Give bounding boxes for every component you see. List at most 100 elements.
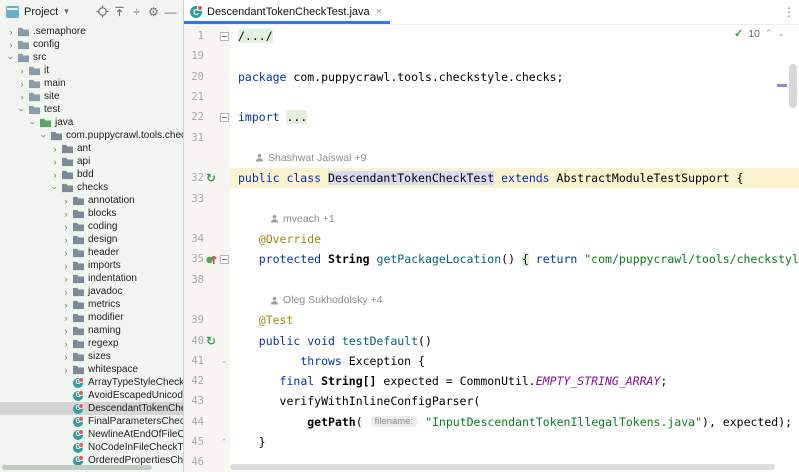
gutter[interactable]: 31 bbox=[184, 127, 230, 147]
tree-item-blocks[interactable]: ›blocks bbox=[0, 207, 183, 220]
chevron-collapsed-icon[interactable]: › bbox=[50, 170, 60, 180]
chevron-collapsed-icon[interactable]: › bbox=[17, 79, 27, 89]
chevron-collapsed-icon[interactable]: › bbox=[61, 300, 71, 310]
gutter[interactable]: 20 bbox=[184, 67, 230, 87]
chevron-collapsed-icon[interactable]: › bbox=[61, 287, 71, 297]
tree-item-bdd[interactable]: ›bdd bbox=[0, 168, 183, 181]
tree-item-nocodeinfilechecktest[interactable]: CNoCodeInFileCheckTest bbox=[0, 441, 183, 454]
code-line-text[interactable]: @Override bbox=[230, 229, 799, 249]
tree-item-ant[interactable]: ›ant bbox=[0, 142, 183, 155]
code-line-text[interactable]: public void testDefault() bbox=[230, 330, 799, 350]
gutter[interactable]: 22 bbox=[184, 107, 230, 127]
editor-vertical-scrollbar[interactable] bbox=[789, 64, 797, 108]
tree-item-sizes[interactable]: ›sizes bbox=[0, 350, 183, 363]
tree-item-indentation[interactable]: ›indentation bbox=[0, 272, 183, 285]
tree-item-coding[interactable]: ›coding bbox=[0, 220, 183, 233]
fold-collapse-icon[interactable] bbox=[218, 113, 230, 122]
gutter[interactable] bbox=[184, 290, 230, 310]
chevron-collapsed-icon[interactable]: › bbox=[61, 339, 71, 349]
code-line-text[interactable]: package com.puppycrawl.tools.checkstyle.… bbox=[230, 67, 799, 87]
tree-item-com-puppycrawl-tools-checkstyle[interactable]: ›com.puppycrawl.tools.checkstyle bbox=[0, 129, 183, 142]
run-test-icon[interactable]: ↻ bbox=[204, 335, 218, 347]
gutter[interactable] bbox=[184, 209, 230, 229]
chevron-collapsed-icon[interactable]: › bbox=[17, 66, 27, 76]
chevron-collapsed-icon[interactable]: › bbox=[61, 248, 71, 258]
gutter[interactable] bbox=[184, 148, 230, 168]
gutter[interactable]: 45⌃ bbox=[184, 432, 230, 452]
code-line-text[interactable]: /.../ bbox=[230, 26, 799, 46]
collapse-all-icon[interactable] bbox=[111, 3, 128, 20]
chevron-collapsed-icon[interactable]: › bbox=[61, 235, 71, 245]
tree-item-regexp[interactable]: ›regexp bbox=[0, 337, 183, 350]
tree-item-it[interactable]: ›it bbox=[0, 64, 183, 77]
hide-panel-icon[interactable]: — bbox=[162, 3, 179, 20]
gutter[interactable]: 1 bbox=[184, 26, 230, 46]
chevron-collapsed-icon[interactable]: › bbox=[50, 157, 60, 167]
tree-horizontal-scrollbar[interactable] bbox=[2, 465, 152, 470]
chevron-collapsed-icon[interactable]: › bbox=[61, 196, 71, 206]
expand-all-icon[interactable]: ÷ bbox=[128, 3, 145, 20]
code-line-text[interactable]: getPath( filename: "InputDescendantToken… bbox=[230, 412, 799, 432]
tree-item-newlineatendoffilechecktest[interactable]: CNewlineAtEndOfFileCheckTest bbox=[0, 428, 183, 441]
editor-kebab-menu-icon[interactable]: ⋮ bbox=[783, 0, 795, 24]
tree-item-test[interactable]: ›test bbox=[0, 103, 183, 116]
error-stripe-mark[interactable] bbox=[777, 84, 787, 87]
tree-item-metrics[interactable]: ›metrics bbox=[0, 298, 183, 311]
author-label[interactable]: mveach +1 bbox=[283, 213, 335, 225]
tree-item-avoidescapedunicodecharacterschecktest[interactable]: CAvoidEscapedUnicodeCharactersCheckTest bbox=[0, 389, 183, 402]
chevron-collapsed-icon[interactable]: › bbox=[61, 313, 71, 323]
chevron-expanded-icon[interactable]: › bbox=[6, 53, 16, 63]
next-problem-icon[interactable]: ⌄ bbox=[777, 28, 785, 39]
locate-file-icon[interactable] bbox=[94, 3, 111, 20]
code-line-text[interactable]: verifyWithInlineConfigParser( bbox=[230, 391, 799, 411]
tree-item-header[interactable]: ›header bbox=[0, 246, 183, 259]
code-line-text[interactable]: @Test bbox=[230, 310, 799, 330]
code-line-text[interactable]: final String[] expected = CommonUtil.EMP… bbox=[230, 371, 799, 391]
code-line-text[interactable]: import ... bbox=[230, 107, 799, 127]
gutter[interactable]: 38 bbox=[184, 270, 230, 290]
chevron-expanded-icon[interactable]: › bbox=[28, 118, 38, 128]
author-label[interactable]: Shashwat Jaiswal +9 bbox=[268, 152, 366, 164]
gutter[interactable]: 46 bbox=[184, 452, 230, 472]
chevron-collapsed-icon[interactable]: › bbox=[61, 222, 71, 232]
tree-item-site[interactable]: ›site bbox=[0, 90, 183, 103]
gutter[interactable]: 43 bbox=[184, 391, 230, 411]
gutter[interactable]: 32↻ bbox=[184, 168, 230, 188]
tree-item-api[interactable]: ›api bbox=[0, 155, 183, 168]
gutter[interactable]: 39 bbox=[184, 310, 230, 330]
tree-item-descendanttokenchecktest[interactable]: CDescendantTokenCheckTest bbox=[0, 402, 183, 415]
tree-item-whitespace[interactable]: ›whitespace bbox=[0, 363, 183, 376]
code-line-text[interactable]: public class DescendantTokenCheckTest ex… bbox=[230, 168, 799, 188]
gutter[interactable]: 33 bbox=[184, 188, 230, 208]
tab-descendant-token-check-test[interactable]: C DescendantTokenCheckTest.java × bbox=[184, 0, 390, 24]
tree-item-finalparameterschecktest[interactable]: CFinalParametersCheckTest bbox=[0, 415, 183, 428]
chevron-collapsed-icon[interactable]: › bbox=[61, 352, 71, 362]
chevron-collapsed-icon[interactable]: › bbox=[17, 92, 27, 102]
chevron-collapsed-icon[interactable]: › bbox=[6, 40, 16, 50]
tree-item-design[interactable]: ›design bbox=[0, 233, 183, 246]
chevron-expanded-icon[interactable]: › bbox=[39, 131, 49, 141]
gutter[interactable]: 34 bbox=[184, 229, 230, 249]
gutter[interactable]: 40↻ bbox=[184, 330, 230, 350]
tree-item-java[interactable]: ›java bbox=[0, 116, 183, 129]
chevron-collapsed-icon[interactable]: › bbox=[61, 365, 71, 375]
tree-item-config[interactable]: ›config bbox=[0, 38, 183, 51]
project-panel-title[interactable]: Project bbox=[24, 6, 58, 18]
author-label[interactable]: Oleg Sukhodolsky +4 bbox=[283, 294, 383, 306]
tree-item-naming[interactable]: ›naming bbox=[0, 324, 183, 337]
fold-range-icon[interactable]: ⌃ bbox=[218, 437, 230, 448]
gutter[interactable]: 21 bbox=[184, 87, 230, 107]
fold-collapse-icon[interactable] bbox=[218, 32, 230, 41]
gutter[interactable]: 41⌄ bbox=[184, 351, 230, 371]
project-dropdown-chevron-icon[interactable]: ▾ bbox=[64, 6, 69, 17]
tree-item-javadoc[interactable]: ›javadoc bbox=[0, 285, 183, 298]
tree-item--semaphore[interactable]: ›.semaphore bbox=[0, 25, 183, 38]
tree-item-arraytypestylechecktest[interactable]: CArrayTypeStyleCheckTest bbox=[0, 376, 183, 389]
chevron-expanded-icon[interactable]: › bbox=[17, 105, 27, 115]
code-line-text[interactable]: throws Exception { bbox=[230, 351, 799, 371]
chevron-collapsed-icon[interactable]: › bbox=[61, 261, 71, 271]
tree-item-imports[interactable]: ›imports bbox=[0, 259, 183, 272]
gutter[interactable]: 35 bbox=[184, 249, 230, 269]
tree-item-modifier[interactable]: ›modifier bbox=[0, 311, 183, 324]
chevron-collapsed-icon[interactable]: › bbox=[61, 274, 71, 284]
